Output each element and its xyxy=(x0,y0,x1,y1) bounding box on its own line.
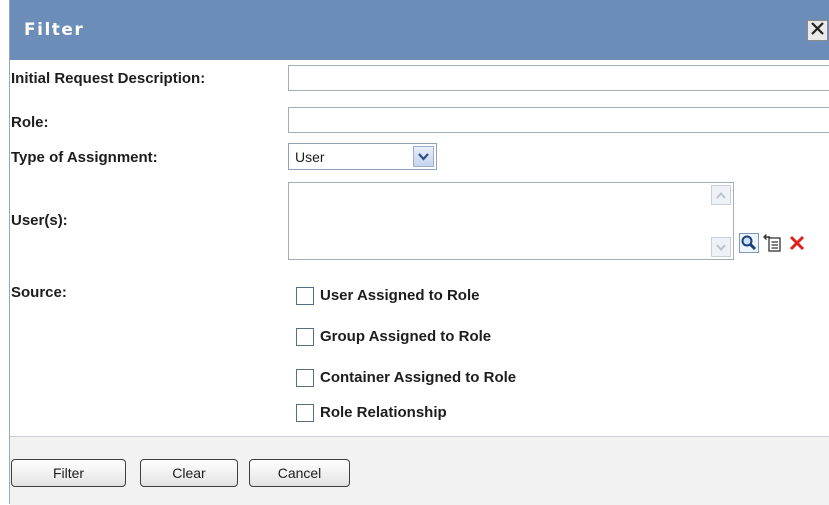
dialog-title: Filter xyxy=(24,20,85,40)
filter-button[interactable]: Filter xyxy=(11,459,126,487)
cancel-button[interactable]: Cancel xyxy=(249,459,350,487)
type-of-assignment-select[interactable]: User xyxy=(288,143,437,170)
initial-request-description-label: Initial Request Description: xyxy=(11,70,206,87)
delete-x-icon[interactable] xyxy=(787,233,807,253)
clear-button[interactable]: Clear xyxy=(140,459,238,487)
users-label: User(s): xyxy=(11,212,68,229)
container-assigned-label[interactable]: Container Assigned to Role xyxy=(320,369,516,386)
user-assigned-label[interactable]: User Assigned to Role xyxy=(320,287,479,304)
close-button[interactable] xyxy=(807,20,828,41)
role-relationship-label[interactable]: Role Relationship xyxy=(320,404,447,421)
role-input[interactable] xyxy=(288,107,829,133)
role-relationship-checkbox[interactable] xyxy=(296,404,314,422)
group-assigned-checkbox[interactable] xyxy=(296,328,314,346)
close-icon xyxy=(811,21,824,40)
initial-request-description-input[interactable] xyxy=(288,65,829,91)
container-assigned-checkbox[interactable] xyxy=(296,369,314,387)
filter-dialog: Filter Initial Request Description: Role… xyxy=(9,0,829,505)
users-textarea[interactable] xyxy=(288,182,734,260)
group-assigned-label[interactable]: Group Assigned to Role xyxy=(320,328,491,345)
history-list-icon[interactable] xyxy=(763,233,783,253)
role-label: Role: xyxy=(11,114,49,131)
type-of-assignment-value: User xyxy=(295,149,325,165)
chevron-down-icon[interactable] xyxy=(413,146,434,167)
user-assigned-checkbox[interactable] xyxy=(296,287,314,305)
type-of-assignment-label: Type of Assignment: xyxy=(11,149,158,166)
search-icon[interactable] xyxy=(739,233,759,253)
scroll-down-icon[interactable] xyxy=(711,237,731,257)
scroll-up-icon[interactable] xyxy=(711,185,731,205)
source-label: Source: xyxy=(11,284,67,301)
dialog-titlebar: Filter xyxy=(10,0,829,60)
dialog-footer xyxy=(10,436,829,505)
